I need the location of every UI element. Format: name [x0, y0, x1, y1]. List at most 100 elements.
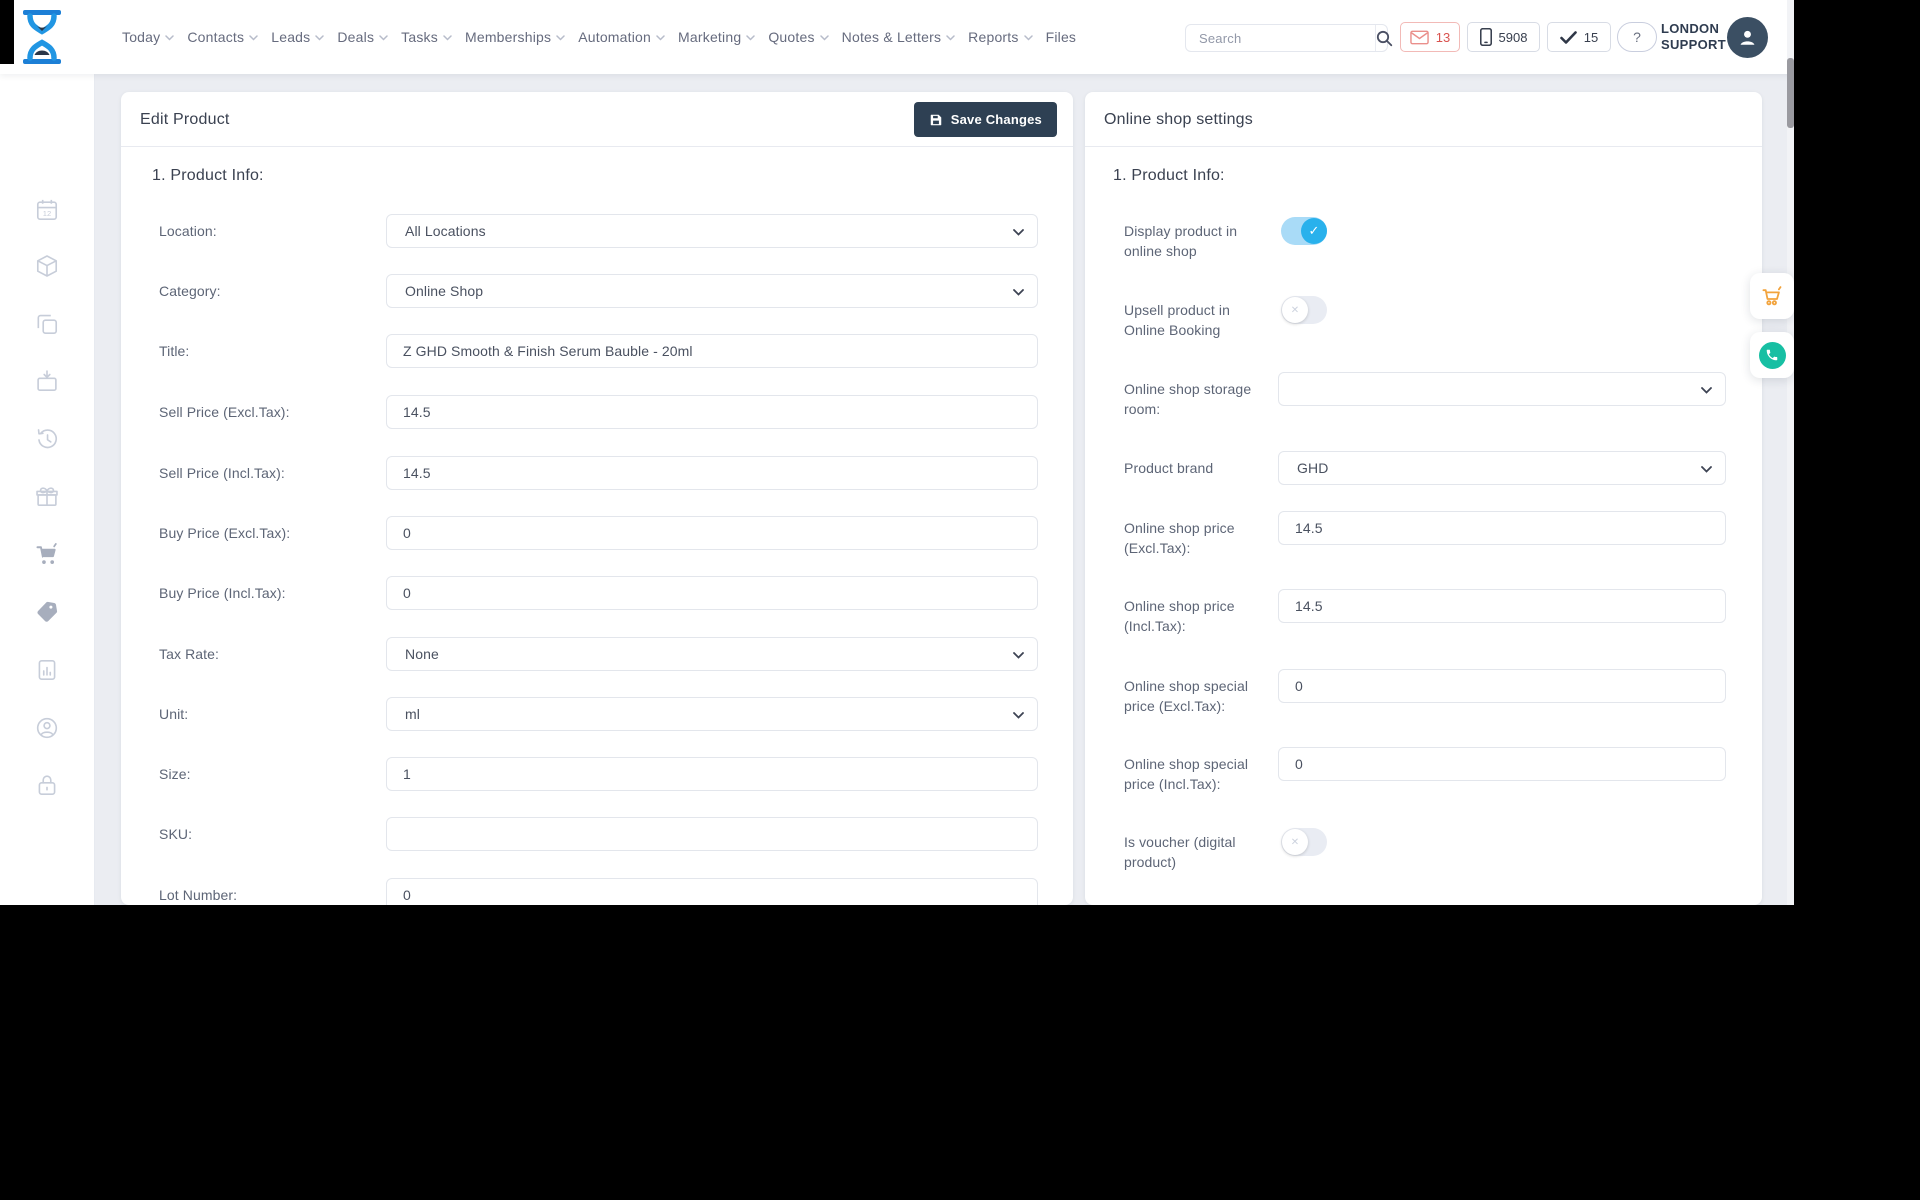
sidebar-item-calendar[interactable]: 12: [34, 197, 60, 223]
call-fab[interactable]: [1750, 332, 1794, 378]
nav-item-tasks[interactable]: Tasks: [401, 29, 452, 45]
save-changes-button[interactable]: Save Changes: [913, 102, 1057, 137]
chevron-down-icon: [1701, 387, 1712, 394]
nav-item-automation[interactable]: Automation: [578, 29, 665, 45]
question-mark-icon: ?: [1633, 29, 1641, 45]
nav-item-files[interactable]: Files: [1046, 29, 1077, 45]
left-sidebar: 12: [0, 74, 95, 905]
tasks-done-button[interactable]: 15: [1547, 22, 1611, 52]
online-shop-header: Online shop settings: [1085, 92, 1762, 147]
title-input[interactable]: [386, 334, 1038, 368]
form-row-title: Title:: [121, 334, 1073, 368]
phone-count: 5908: [1498, 29, 1528, 45]
tax-rate-select[interactable]: None: [386, 637, 1038, 671]
search-button[interactable]: [1375, 25, 1393, 51]
field-label: Category:: [159, 283, 221, 299]
nav-item-deals[interactable]: Deals: [337, 29, 388, 45]
sidebar-item-customers[interactable]: [34, 715, 60, 741]
gift-icon: [36, 487, 58, 507]
app-logo-hourglass-icon[interactable]: [22, 10, 62, 64]
shop-price-excl-input[interactable]: [1278, 511, 1726, 545]
cart-icon: [1762, 286, 1782, 306]
nav-item-notes-letters[interactable]: Notes & Letters: [842, 29, 956, 45]
sidebar-item-pricing[interactable]: [34, 598, 60, 624]
field-label: Size:: [159, 766, 191, 782]
chevron-down-icon: [1013, 652, 1024, 659]
product-brand-select[interactable]: GHD: [1278, 451, 1726, 485]
chevron-down-icon: [556, 35, 565, 41]
form-row-tax-rate: Tax Rate: None: [121, 637, 1073, 671]
sku-input[interactable]: [386, 817, 1038, 851]
shop-price-incl-input[interactable]: [1278, 589, 1726, 623]
user-avatar[interactable]: [1727, 17, 1768, 58]
category-select[interactable]: Online Shop: [386, 274, 1038, 308]
top-bar: Today Contacts Leads Deals Tasks Members…: [0, 0, 1794, 74]
sidebar-item-gift-vouchers[interactable]: [34, 483, 60, 509]
nav-item-contacts[interactable]: Contacts: [187, 29, 258, 45]
special-price-incl-input[interactable]: [1278, 747, 1726, 781]
calendar-icon: 12: [36, 199, 58, 221]
chevron-down-icon: [249, 35, 258, 41]
field-label: Online shop special price (Excl.Tax):: [1124, 678, 1249, 714]
report-icon: [38, 659, 56, 681]
buy-price-excl-input[interactable]: [386, 516, 1038, 550]
section-heading: 1. Product Info:: [152, 167, 264, 184]
person-icon: [1740, 30, 1755, 45]
mail-icon: [1410, 30, 1429, 44]
nav-item-memberships[interactable]: Memberships: [465, 29, 565, 45]
nav-item-leads[interactable]: Leads: [271, 29, 325, 45]
form-row-shop-price-incl: Online shop price (Incl.Tax):: [1085, 589, 1762, 634]
sidebar-item-history[interactable]: [34, 426, 60, 452]
mobile-phone-icon: [1479, 28, 1492, 46]
upsell-toggle[interactable]: [1281, 296, 1327, 324]
nav-item-today[interactable]: Today: [122, 29, 175, 45]
size-input[interactable]: [386, 757, 1038, 791]
user-name-line1: LONDON: [1661, 21, 1720, 36]
cart-icon: [36, 543, 57, 564]
online-shop-fab[interactable]: [1750, 273, 1794, 319]
sidebar-item-duplicates[interactable]: [34, 311, 60, 337]
form-row-sku: SKU:: [121, 817, 1073, 851]
chevron-down-icon: [1013, 289, 1024, 296]
scrollbar-thumb[interactable]: [1787, 58, 1794, 128]
nav-item-reports[interactable]: Reports: [968, 29, 1033, 45]
sidebar-item-shop[interactable]: [34, 541, 60, 567]
sidebar-item-products[interactable]: [34, 253, 60, 279]
sell-price-incl-input[interactable]: [386, 456, 1038, 490]
chevron-down-icon: [946, 35, 955, 41]
lock-icon: [38, 775, 56, 796]
online-shop-settings-card: Online shop settings 1. Product Info: Di…: [1085, 92, 1762, 905]
nav-label: Files: [1045, 29, 1077, 45]
tasks-count: 15: [1583, 29, 1599, 45]
field-label: Sell Price (Incl.Tax):: [159, 465, 285, 481]
search-input[interactable]: [1186, 25, 1375, 51]
calls-button[interactable]: 5908: [1467, 22, 1540, 52]
nav-label: Quotes: [768, 29, 815, 45]
sidebar-item-reports[interactable]: [34, 657, 60, 683]
location-select[interactable]: All Locations: [386, 214, 1038, 248]
user-name-line2: SUPPORT: [1661, 37, 1726, 52]
select-value: None: [405, 646, 439, 662]
field-label: Buy Price (Incl.Tax):: [159, 585, 286, 601]
help-button[interactable]: ?: [1617, 22, 1657, 52]
mail-notifications-button[interactable]: 13: [1400, 22, 1460, 52]
copy-icon: [37, 314, 58, 335]
sidebar-item-inventory[interactable]: [34, 368, 60, 394]
sell-price-excl-input[interactable]: [386, 395, 1038, 429]
storage-room-select[interactable]: [1278, 372, 1726, 406]
buy-price-incl-input[interactable]: [386, 576, 1038, 610]
chevron-down-icon: [1013, 712, 1024, 719]
nav-item-quotes[interactable]: Quotes: [768, 29, 829, 45]
unit-select[interactable]: ml: [386, 697, 1038, 731]
nav-item-marketing[interactable]: Marketing: [678, 29, 756, 45]
sidebar-item-security[interactable]: [34, 772, 60, 798]
field-label: Title:: [159, 343, 190, 359]
lot-number-input[interactable]: [386, 878, 1038, 905]
display-online-toggle[interactable]: [1281, 217, 1327, 245]
panel-title: Online shop settings: [1104, 110, 1253, 128]
chevron-down-icon: [379, 35, 388, 41]
voucher-toggle[interactable]: [1281, 828, 1327, 856]
special-price-excl-input[interactable]: [1278, 669, 1726, 703]
form-row-buy-excl: Buy Price (Excl.Tax):: [121, 516, 1073, 550]
chevron-down-icon: [443, 35, 452, 41]
